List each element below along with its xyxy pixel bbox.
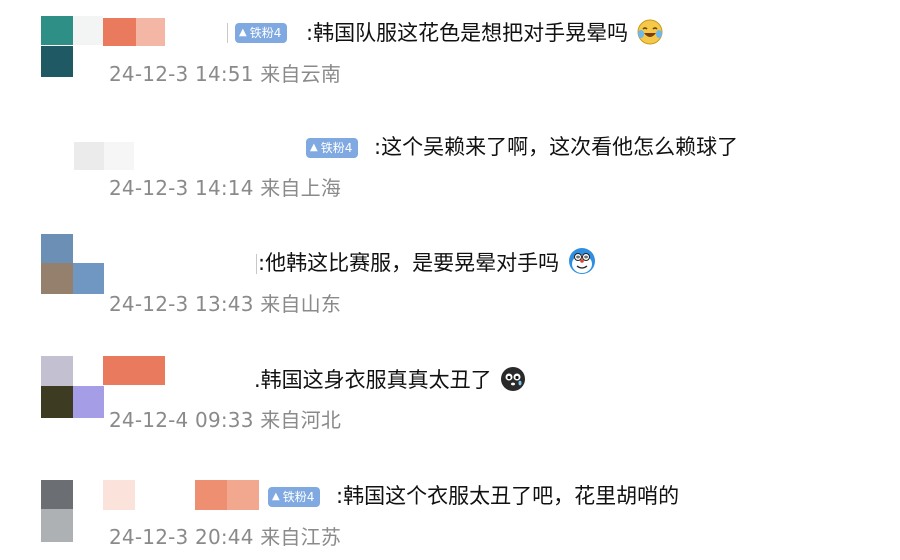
fan-badge: ▲ 铁粉4 xyxy=(306,138,359,158)
comment-text: :韩国这个衣服太丑了吧，花里胡哨的 xyxy=(336,481,679,511)
chevron-up-icon: ▲ xyxy=(272,491,280,502)
comment-body: :这个吴赖来了啊，这次看他怎么赖球了 xyxy=(374,135,739,159)
comment-location: 来自云南 xyxy=(260,62,342,86)
avatar[interactable] xyxy=(0,224,110,304)
comment-body: :韩国队服这花色是想把对手晃晕吗 xyxy=(306,21,629,45)
separator xyxy=(227,23,228,43)
comment-item: .韩国这身衣服真真太丑了 24-12-4 09:33 来自河北 xyxy=(0,336,900,448)
comment-time: 24-12-4 09:33 xyxy=(109,408,254,432)
fan-badge-label: 铁粉4 xyxy=(282,490,315,504)
comment-item: ▲ 铁粉4 :韩国队服这花色是想把对手晃晕吗 24-12-3 14:51 来自云… xyxy=(0,0,900,112)
comment-body: :韩国这个衣服太丑了吧，花里胡哨的 xyxy=(336,484,680,508)
comment-meta: 24-12-3 14:51 来自云南 xyxy=(109,60,341,88)
comment-time: 24-12-3 14:14 xyxy=(109,176,254,200)
chevron-up-icon: ▲ xyxy=(310,142,318,153)
comment-location: 来自河北 xyxy=(260,408,342,432)
comment-text: :他韩这比赛服，是要晃晕对手吗 xyxy=(258,247,596,278)
comment-item: :他韩这比赛服，是要晃晕对手吗 24-12-3 13:43 来自山东 xyxy=(0,224,900,336)
comment-location: 来自山东 xyxy=(260,292,342,316)
comment-text: :韩国队服这花色是想把对手晃晕吗 xyxy=(306,18,663,48)
username-mosaic[interactable] xyxy=(103,480,263,510)
avatar[interactable] xyxy=(0,336,110,426)
fan-badge-label: 铁粉4 xyxy=(249,26,282,40)
comment-location: 来自上海 xyxy=(260,176,342,200)
comment-item: ▲ 铁粉4 :韩国这个衣服太丑了吧，花里胡哨的 24-12-3 20:44 来自… xyxy=(0,448,900,560)
comment-text: .韩国这身衣服真真太丑了 xyxy=(254,365,526,395)
comment-meta: 24-12-4 09:33 来自河北 xyxy=(109,406,341,434)
fan-badge: ▲ 铁粉4 xyxy=(268,487,321,507)
avatar[interactable] xyxy=(0,0,110,90)
crying-dark-face-emoji xyxy=(501,367,526,391)
separator xyxy=(256,254,257,274)
avatar[interactable] xyxy=(0,448,110,548)
comment-time: 24-12-3 14:51 xyxy=(109,62,254,86)
comment-item: ▲ 铁粉4 :这个吴赖来了啊，这次看他怎么赖球了 24-12-3 14:14 来… xyxy=(0,112,900,224)
comment-time: 24-12-3 20:44 xyxy=(109,525,254,549)
fan-badge: ▲ 铁粉4 xyxy=(235,23,288,43)
comment-text: :这个吴赖来了啊，这次看他怎么赖球了 xyxy=(374,132,738,162)
comment-meta: 24-12-3 14:14 来自上海 xyxy=(109,174,341,202)
laughing-tears-emoji xyxy=(637,19,663,45)
comment-body: .韩国这身衣服真真太丑了 xyxy=(254,368,492,392)
username-mosaic[interactable] xyxy=(103,356,165,385)
comment-location: 来自江苏 xyxy=(260,525,342,549)
username-mosaic[interactable] xyxy=(103,18,165,46)
comment-body: :他韩这比赛服，是要晃晕对手吗 xyxy=(258,251,560,275)
comment-time: 24-12-3 13:43 xyxy=(109,292,254,316)
comment-meta: 24-12-3 20:44 来自江苏 xyxy=(109,523,341,551)
dizzy-doraemon-emoji xyxy=(568,248,595,274)
chevron-up-icon: ▲ xyxy=(239,27,247,38)
fan-badge-label: 铁粉4 xyxy=(320,141,353,155)
comment-meta: 24-12-3 13:43 来自山东 xyxy=(109,290,341,318)
